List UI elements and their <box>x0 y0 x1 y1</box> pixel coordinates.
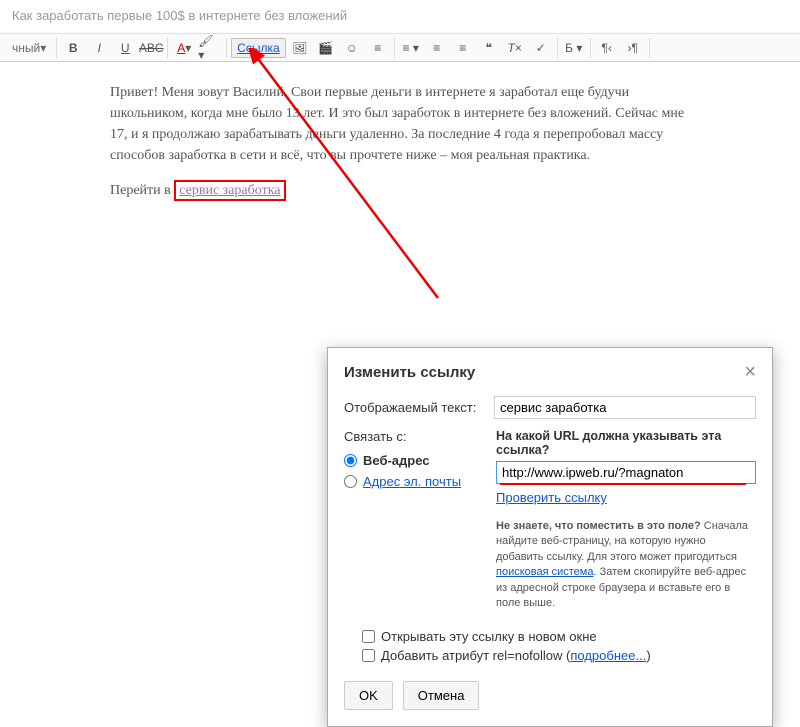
radio-web-address[interactable] <box>344 454 357 467</box>
cancel-button[interactable]: Отмена <box>403 681 480 710</box>
checkbox-new-window-label: Открывать эту ссылку в новом окне <box>381 629 597 644</box>
italic-button[interactable]: I <box>87 38 111 58</box>
ltr-button[interactable]: ¶‹ <box>595 38 619 58</box>
insert-video-button[interactable]: 🎬 <box>314 38 338 58</box>
insert-emoji-button[interactable]: ☺ <box>340 38 364 58</box>
format-dropdown[interactable]: чный ▾ <box>6 38 52 58</box>
paragraph-2[interactable]: Перейти в сервис заработка <box>110 180 690 201</box>
link-highlight-box: сервис заработка <box>174 180 285 201</box>
dialog-title: Изменить ссылку <box>344 364 475 381</box>
spellcheck-button[interactable]: ✓ <box>529 38 553 58</box>
display-text-input[interactable] <box>494 396 756 419</box>
checkbox-new-window[interactable] <box>362 630 375 643</box>
url-input[interactable] <box>496 461 756 484</box>
display-text-label: Отображаемый текст: <box>344 400 484 415</box>
editor-toolbar: чный ▾ B I U ABC A ▾ 🖌 ▾ Ссылка 🖼 🎬 ☺ ≡ … <box>0 34 800 62</box>
test-link[interactable]: Проверить ссылку <box>496 490 607 505</box>
edit-link-dialog: Изменить ссылку × Отображаемый текст: Св… <box>327 347 773 727</box>
insert-image-button[interactable]: 🖼 <box>288 38 312 58</box>
checkbox-nofollow-label: Добавить атрибут rel=nofollow (подробнее… <box>381 648 651 663</box>
insert-link-button[interactable]: Ссылка <box>231 38 285 58</box>
align-button[interactable]: ≡ ▾ <box>399 38 423 58</box>
remove-format-button[interactable]: T× <box>503 38 527 58</box>
bold-button[interactable]: B <box>61 38 85 58</box>
ok-button[interactable]: OK <box>344 681 393 710</box>
url-question-label: На какой URL должна указывать эта ссылка… <box>496 429 756 457</box>
service-link[interactable]: сервис заработка <box>179 183 280 198</box>
underline-button[interactable]: U <box>113 38 137 58</box>
post-title-input[interactable] <box>12 8 788 23</box>
radio-email-label[interactable]: Адрес эл. почты <box>363 474 461 489</box>
nofollow-more-link[interactable]: подробнее... <box>570 648 646 663</box>
search-engine-link[interactable]: поисковая система <box>496 566 593 578</box>
numbered-list-button[interactable]: ≡ <box>425 38 449 58</box>
radio-web-label: Веб-адрес <box>363 453 430 468</box>
close-icon[interactable]: × <box>744 362 756 382</box>
insert-jump-button[interactable]: ≡ <box>366 38 390 58</box>
text-color-button[interactable]: A ▾ <box>172 38 196 58</box>
strikethrough-button[interactable]: ABC <box>139 38 163 58</box>
rtl-button[interactable]: ›¶ <box>621 38 645 58</box>
help-text: Не знаете, что поместить в это поле? Сна… <box>496 519 756 611</box>
link-with-label: Связать с: <box>344 429 484 444</box>
editor-canvas[interactable]: Привет! Меня зовут Василий. Свои первые … <box>0 62 800 662</box>
radio-email[interactable] <box>344 475 357 488</box>
checkbox-nofollow[interactable] <box>362 649 375 662</box>
highlight-button[interactable]: 🖌 ▾ <box>198 38 222 58</box>
quote-button[interactable]: ❝ <box>477 38 501 58</box>
translit-button[interactable]: Б ▾ <box>562 38 586 58</box>
bullet-list-button[interactable]: ≡ <box>451 38 475 58</box>
paragraph-1[interactable]: Привет! Меня зовут Василий. Свои первые … <box>110 82 690 166</box>
